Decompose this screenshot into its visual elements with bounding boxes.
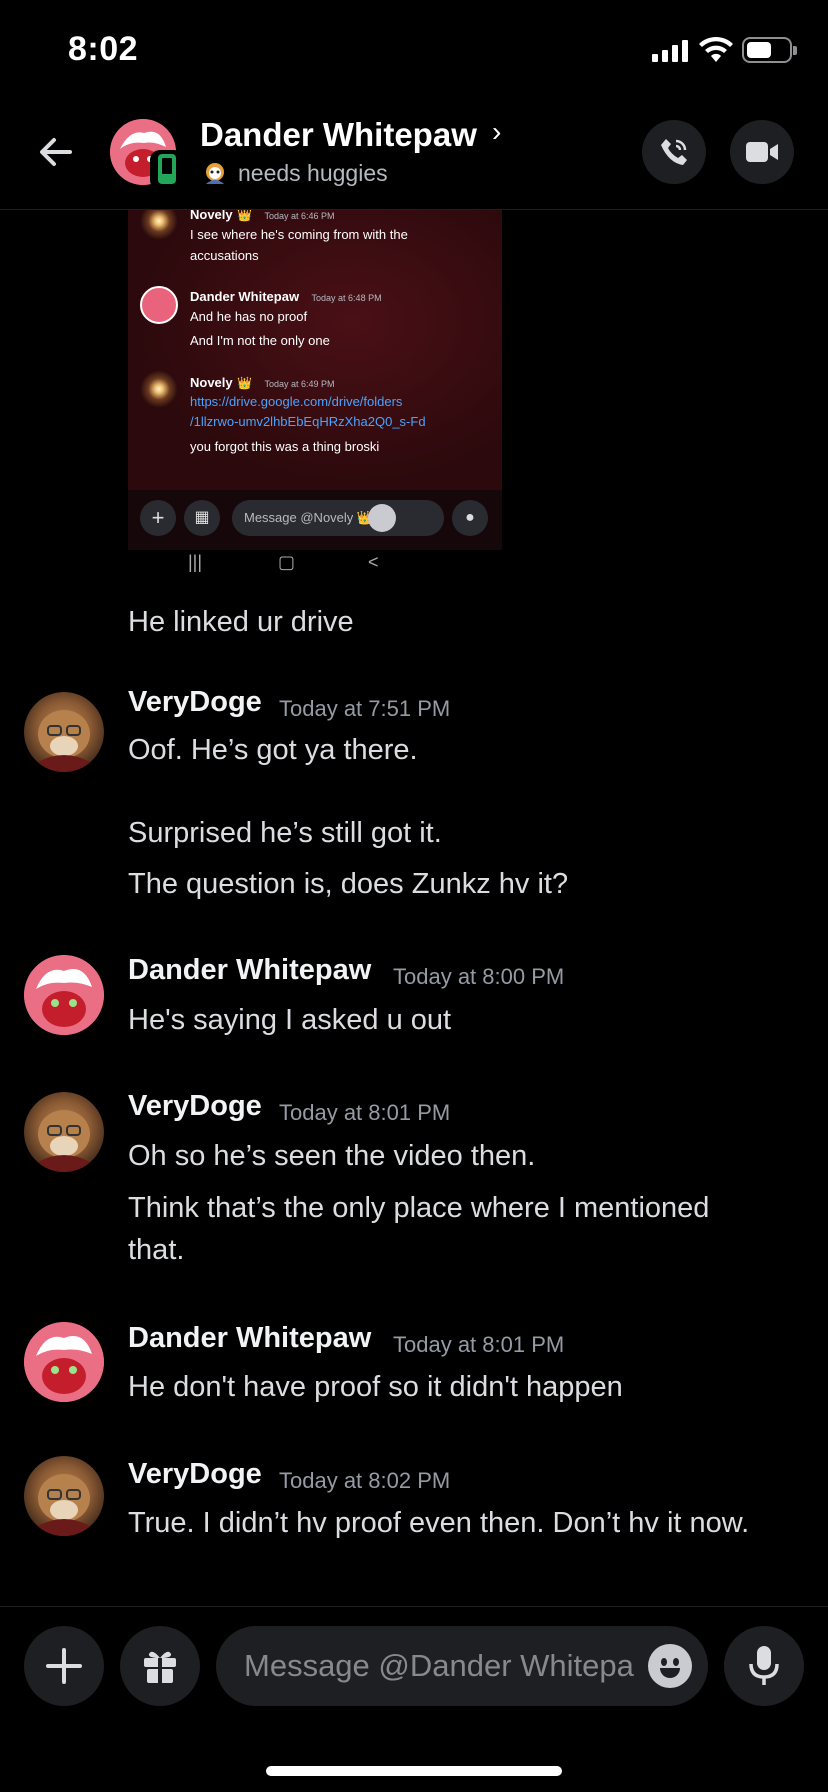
message-timestamp: Today at 8:00 PM <box>393 964 565 989</box>
message-author[interactable]: Dander Whitepaw <box>128 954 371 987</box>
emoji-icon[interactable] <box>648 1644 692 1688</box>
avatar[interactable] <box>24 1322 104 1402</box>
gift-icon <box>144 1651 176 1683</box>
battery-icon <box>742 37 797 63</box>
microphone-icon <box>749 1646 779 1685</box>
gift-icon: ▦ <box>184 500 220 536</box>
phone-call-icon <box>661 139 687 165</box>
message-text: Oh so he’s seen the video then. <box>128 1140 536 1172</box>
gift-button[interactable] <box>120 1626 200 1706</box>
message-timestamp: Today at 8:01 PM <box>279 1100 451 1125</box>
message-text: The question is, does Zunkz hv it? <box>128 868 569 900</box>
message-timestamp: Today at 8:02 PM <box>279 1468 451 1493</box>
status-text: needs huggies <box>238 159 388 186</box>
message-timestamp: Today at 8:01 PM <box>393 1332 565 1357</box>
home-indicator[interactable] <box>266 1766 562 1776</box>
avatar[interactable] <box>24 1456 104 1536</box>
avatar[interactable] <box>24 955 104 1035</box>
voice-message-button[interactable] <box>724 1626 804 1706</box>
video-call-button[interactable] <box>730 120 794 184</box>
message-text: He don't have proof so it didn't happen <box>128 1371 623 1403</box>
attachment-input: Message @Novely 👑 <box>232 500 444 536</box>
message-text: Surprised he’s still got it. <box>128 817 442 849</box>
status-emoji-icon <box>206 163 224 184</box>
mobile-status-icon <box>150 150 184 190</box>
message-author[interactable]: Dander Whitepaw <box>128 1322 371 1355</box>
signal-icon <box>652 38 688 62</box>
android-nav-bar: ||| ▢ < <box>128 550 502 580</box>
message-text: Think that’s the only place where I ment… <box>128 1192 710 1224</box>
custom-status: needs huggies <box>200 158 388 188</box>
attachment-message: Novely 👑 Today at 6:49 PM https://drive.… <box>190 375 426 454</box>
message-input-placeholder: Message @Dander Whitepaw <box>244 1648 634 1683</box>
attachment-message: Dander Whitepaw Today at 6:48 PM And he … <box>190 289 382 348</box>
image-attachment[interactable]: Novely 👑 Today at 6:46 PM I see where he… <box>128 210 502 580</box>
message-input[interactable]: Message @Dander Whitepaw <box>216 1626 708 1706</box>
video-camera-icon <box>746 142 778 162</box>
avatar[interactable] <box>24 692 104 772</box>
voice-call-button[interactable] <box>642 120 706 184</box>
avatar[interactable] <box>24 1092 104 1172</box>
wifi-icon <box>699 36 733 62</box>
status-bar: 8:02 <box>0 0 828 100</box>
microphone-icon: ● <box>452 500 488 536</box>
message-author[interactable]: VeryDoge <box>128 1090 262 1123</box>
attachment-message: Novely 👑 Today at 6:46 PM I see where he… <box>190 210 408 263</box>
message-author[interactable]: VeryDoge <box>128 686 262 719</box>
plus-icon: + <box>140 500 176 536</box>
message-text: that. <box>128 1234 185 1266</box>
attachment-composer: + ▦ Message @Novely 👑 ● <box>128 490 502 550</box>
message-author[interactable]: VeryDoge <box>128 1458 262 1491</box>
attachment-avatar <box>140 370 178 408</box>
divider <box>0 1606 828 1607</box>
chevron-right-icon[interactable]: › <box>492 116 501 148</box>
message-text: Oof. He’s got ya there. <box>128 734 418 766</box>
plus-icon <box>46 1648 82 1684</box>
message-timestamp: Today at 7:51 PM <box>279 696 451 721</box>
attachment-avatar <box>140 286 178 324</box>
message-text: True. I didn’t hv proof even then. Don’t… <box>128 1507 750 1539</box>
back-arrow-icon[interactable] <box>34 130 78 174</box>
channel-header: Dander Whitepaw › needs huggies <box>0 100 828 210</box>
status-time: 8:02 <box>68 30 139 68</box>
emoji-icon <box>368 504 396 532</box>
header-title[interactable]: Dander Whitepaw <box>200 116 477 154</box>
add-attachment-button[interactable] <box>24 1626 104 1706</box>
message-text: He's saying I asked u out <box>128 1004 452 1036</box>
message-text: He linked ur drive <box>128 606 354 638</box>
